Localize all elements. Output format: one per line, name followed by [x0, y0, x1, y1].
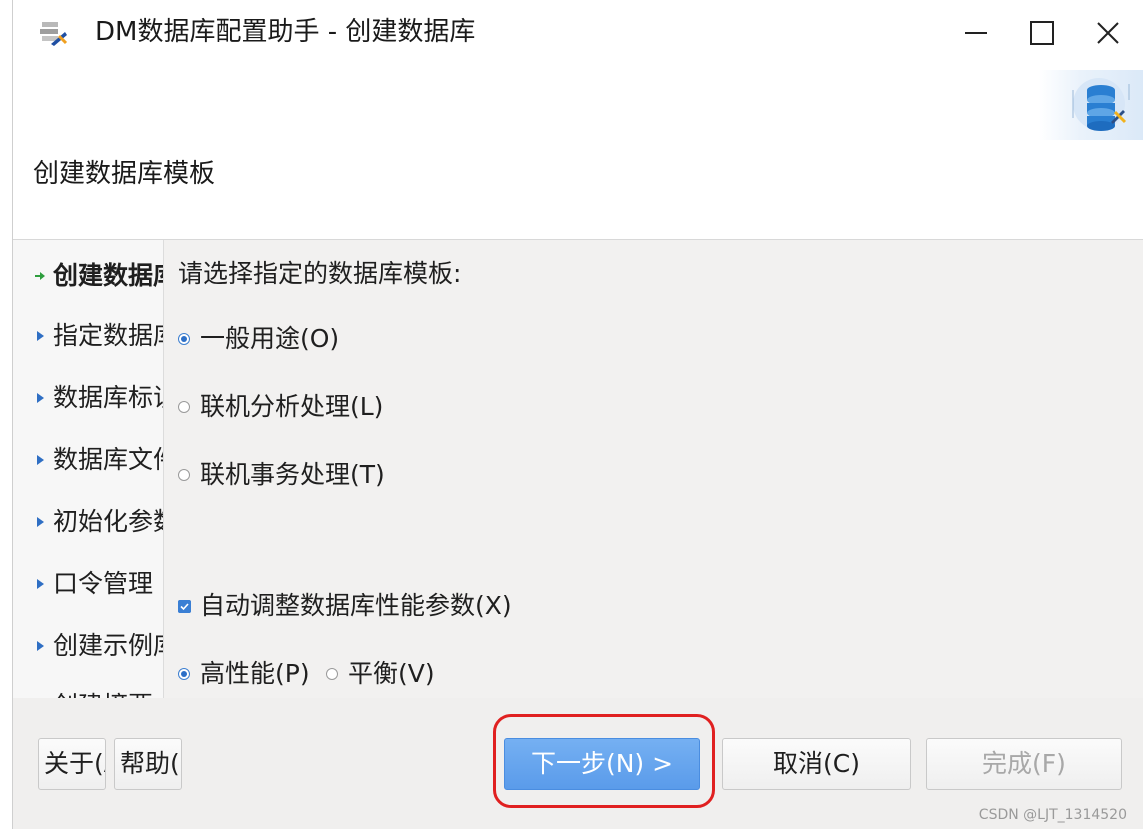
- blue-triangle-icon: [37, 393, 44, 403]
- wizard-body: 创建数据库模板 指定数据库目录 数据库标识 数据库文件: [13, 240, 1143, 698]
- header-banner: [1039, 70, 1143, 140]
- blue-triangle-icon: [37, 579, 44, 589]
- dm-config-assistant-window: DM数据库配置助手 - 创建数据库 创建数据库模板 创建数据 指定数据 数据库标…: [0, 0, 1143, 829]
- nav-item-create-sample[interactable]: 创建示例库: [13, 626, 163, 666]
- radio-label: 高性能(P): [200, 659, 310, 688]
- window-title: DM数据库配置助手 - 创建数据库: [95, 17, 476, 47]
- close-button[interactable]: [1085, 10, 1131, 56]
- nav-item-label: 口令管理: [53, 569, 154, 598]
- nav-item-password-management[interactable]: 口令管理: [13, 564, 163, 604]
- nav-item-database-identity[interactable]: 数据库标识: [13, 378, 163, 418]
- green-arrow-icon: [35, 272, 45, 280]
- minimize-button[interactable]: [953, 10, 999, 56]
- step-navigation: 创建数据库模板 指定数据库目录 数据库标识 数据库文件: [13, 240, 164, 698]
- checkbox-checked-icon[interactable]: [178, 600, 191, 613]
- blue-triangle-icon: [37, 331, 44, 341]
- template-prompt: 请选择指定的数据库模板:: [178, 259, 462, 288]
- template-selection-panel: 请选择指定的数据库模板: 一般用途(O) 联机分析处理(L) 联机事务处理(T)…: [164, 240, 1143, 698]
- radio-label: 平衡(V): [348, 659, 435, 688]
- radio-button[interactable]: [178, 469, 190, 481]
- radio-button-selected[interactable]: [178, 668, 190, 680]
- blue-triangle-icon: [37, 517, 44, 527]
- cancel-button[interactable]: 取消(C): [722, 738, 911, 790]
- nav-item-label: 数据库文件: [53, 445, 163, 474]
- database-settings-icon: [1072, 78, 1130, 131]
- about-button[interactable]: 关于(A): [38, 738, 106, 790]
- maximize-button[interactable]: [1019, 10, 1065, 56]
- wizard-header: 创建数据库模板: [13, 66, 1143, 240]
- checkbox-label: 自动调整数据库性能参数(X): [200, 591, 512, 620]
- nav-item-label: 指定数据库目录: [53, 321, 163, 350]
- help-button[interactable]: 帮助(H): [114, 738, 182, 790]
- next-button[interactable]: 下一步(N) >: [504, 738, 700, 790]
- page-title: 创建数据库模板: [33, 159, 216, 189]
- radio-button[interactable]: [178, 401, 190, 413]
- nav-item-label: 创建摘要: [53, 688, 153, 698]
- nav-item-label: 数据库标识: [53, 383, 163, 412]
- nav-item-init-params[interactable]: 初始化参数: [13, 502, 163, 542]
- nav-item-create-template[interactable]: 创建数据库模板: [13, 256, 163, 296]
- nav-item-summary[interactable]: 创建摘要: [13, 686, 163, 698]
- nav-item-label: 创建数据库模板: [53, 261, 163, 290]
- wizard-footer: 关于(A) 帮助(H) 下一步(N) > 取消(C) 完成(F) CSDN @L…: [13, 698, 1143, 829]
- title-bar: DM数据库配置助手 - 创建数据库: [13, 0, 1143, 66]
- radio-label: 联机分析处理(L): [200, 392, 384, 421]
- nav-item-label: 初始化参数: [53, 507, 163, 536]
- finish-button-disabled: 完成(F): [926, 738, 1122, 790]
- radio-button-selected[interactable]: [178, 333, 190, 345]
- blue-triangle-icon: [37, 455, 44, 465]
- radio-label: 一般用途(O): [200, 324, 340, 353]
- nav-item-database-files[interactable]: 数据库文件: [13, 440, 163, 480]
- radio-label: 联机事务处理(T): [200, 460, 385, 489]
- blue-triangle-icon: [37, 641, 44, 651]
- radio-button[interactable]: [326, 668, 338, 680]
- app-icon: [40, 22, 68, 46]
- nav-item-database-directory[interactable]: 指定数据库目录: [13, 316, 163, 356]
- nav-item-label: 创建示例库: [53, 631, 163, 660]
- watermark: CSDN @LJT_1314520: [978, 807, 1127, 823]
